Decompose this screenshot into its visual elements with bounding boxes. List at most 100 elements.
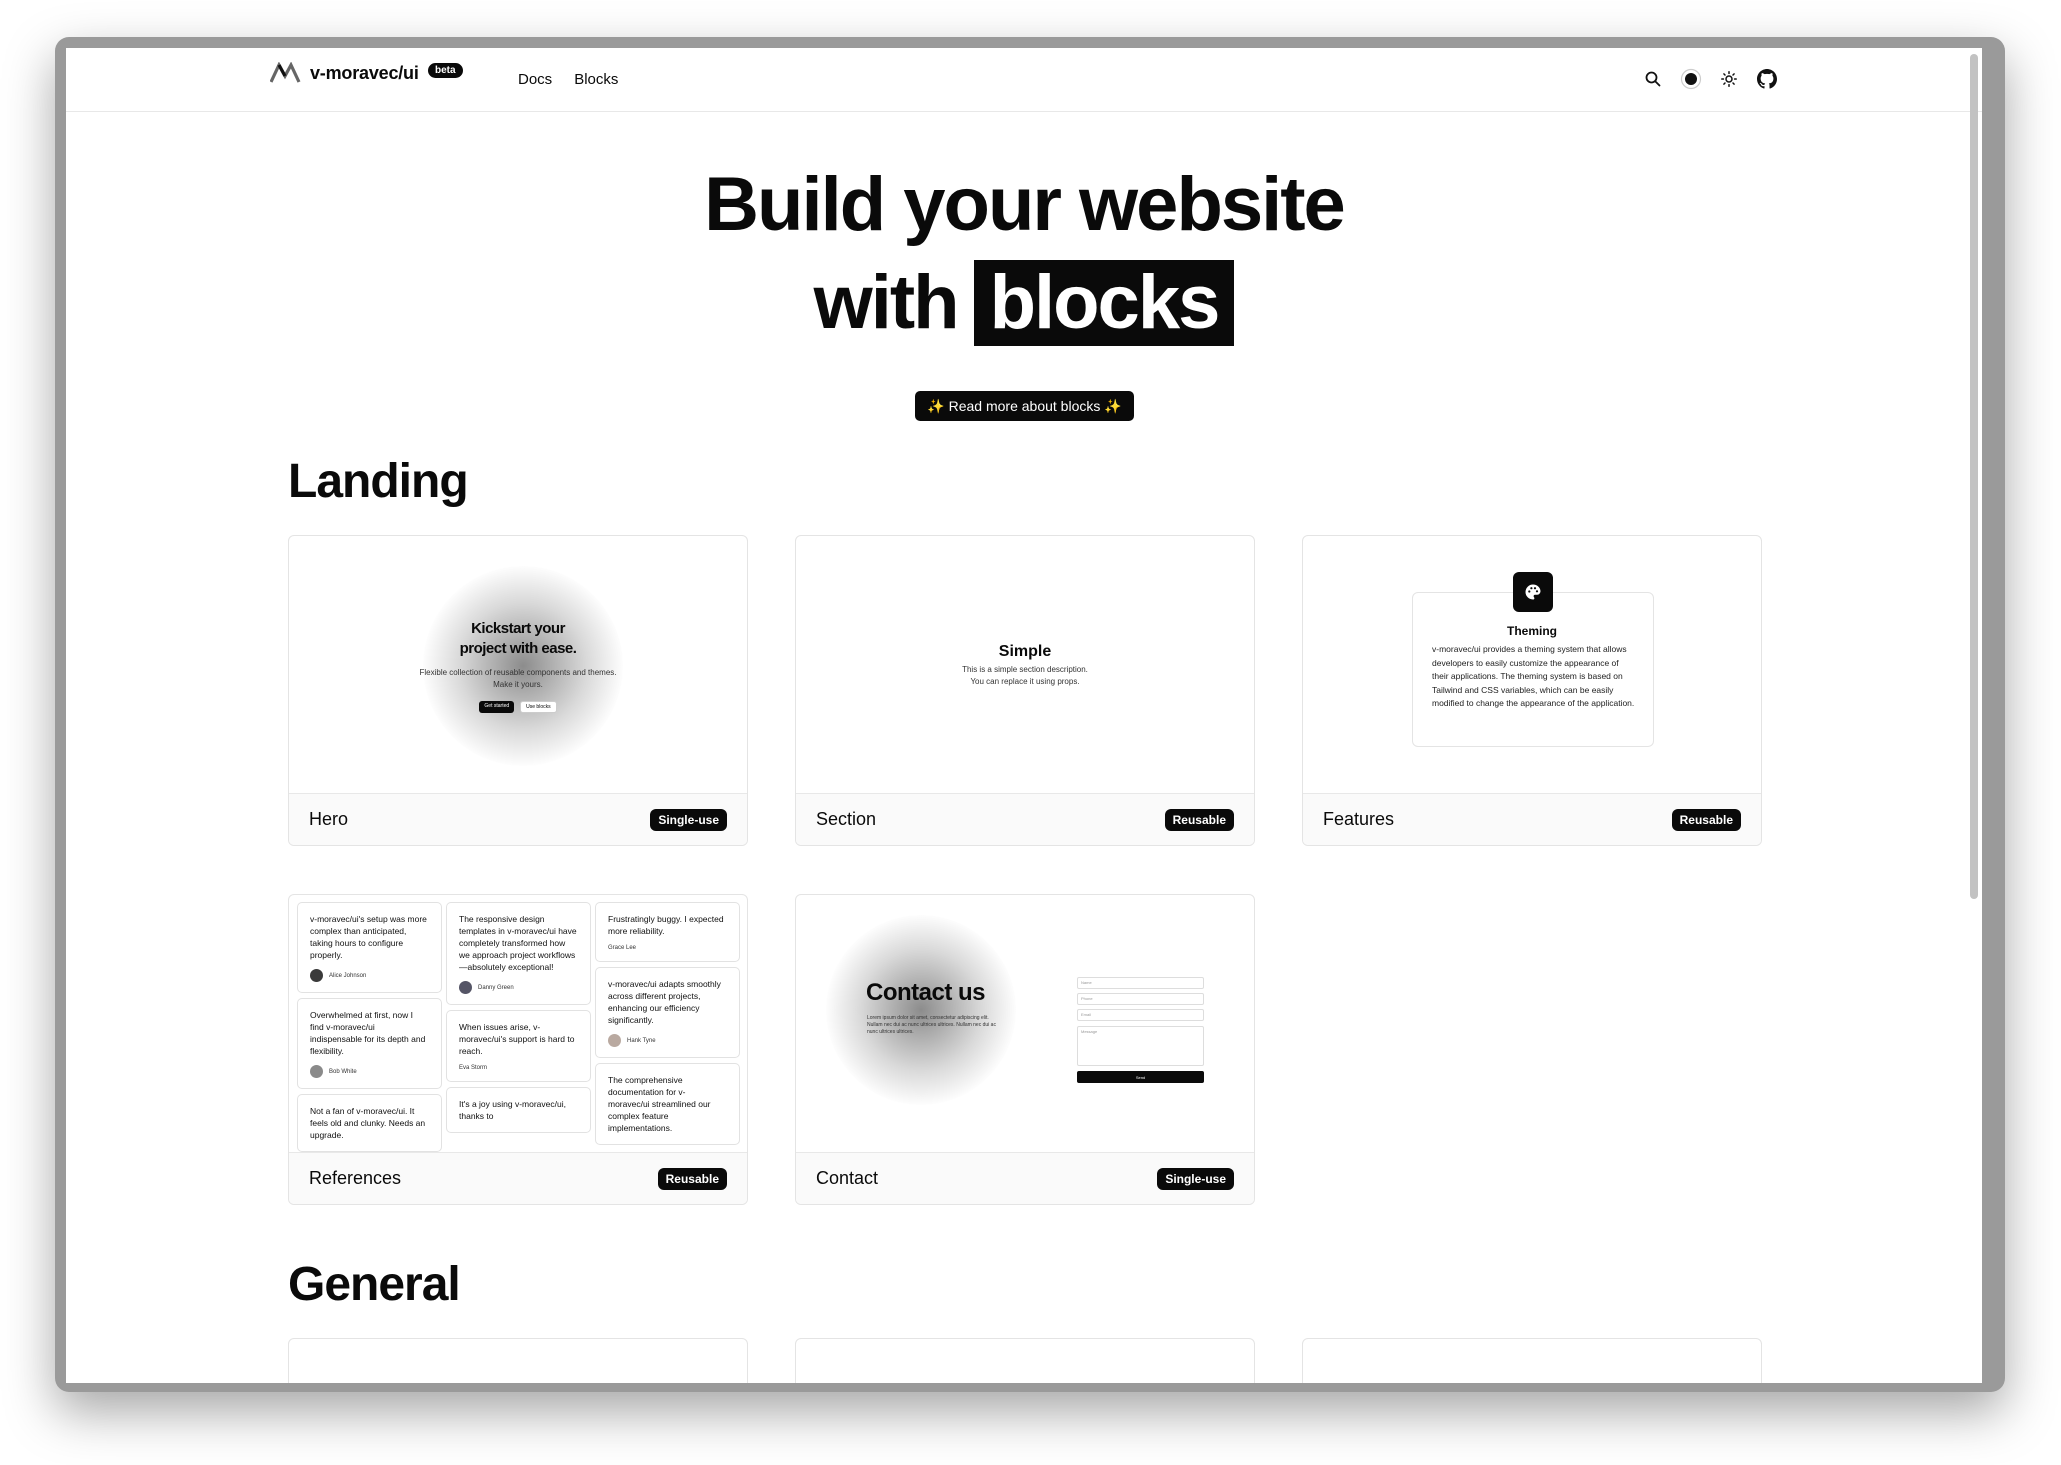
testimonial-text: The comprehensive documentation for v-mo… [608,1075,711,1133]
testimonial-text: Not a fan of v-moravec/ui. It feels old … [310,1106,426,1140]
block-card-references[interactable]: v-moravec/ui's setup was more complex th… [288,894,748,1205]
contact-preview-subtitle: Lorem ipsum dolor sit amet, consectetur … [867,1015,996,1035]
testimonial-text: v-moravec/ui's setup was more complex th… [310,914,427,960]
brand-logo-icon [270,62,301,83]
block-card-features[interactable]: Theming v-moravec/ui provides a theming … [1302,535,1762,846]
card-footer: Features Reusable [1303,793,1761,845]
brand-link[interactable]: v-moravec/ui [270,62,419,84]
features-preview-title: Theming [1507,624,1557,638]
testimonial-text: The responsive design templates in v-mor… [459,914,577,972]
author-name: Alice Johnson [329,972,367,979]
card-footer: Hero Single-use [289,793,747,845]
section-block-preview: Simple This is a simple section descript… [796,536,1254,794]
hero-preview-title-line2: project with ease. [459,640,577,657]
author-name: Grace Lee [608,945,637,951]
testimonial-card: When issues arise, v-moravec/ui's suppor… [446,1010,591,1082]
block-card-section[interactable]: Simple This is a simple section descript… [795,535,1255,846]
testimonial-author: Bob White [310,1065,429,1078]
read-more-blocks-button[interactable]: ✨ Read more about blocks ✨ [915,391,1134,421]
nav-blocks[interactable]: Blocks [574,71,618,88]
general-heading: General [288,1258,461,1311]
hero-preview-title-line1: Kickstart your [471,620,565,637]
hero-preview-use-blocks: Use blocks [520,701,557,713]
site-header: v-moravec/ui beta Docs Blocks [66,48,1982,112]
testimonial-author: Alice Johnson [310,969,429,982]
testimonial-card: Overwhelmed at first, now I find v-morav… [297,998,442,1089]
hero-title-line1: Build your website [704,162,1346,247]
contact-preview-send-button: Send [1077,1071,1204,1083]
testimonial-card: Not a fan of v-moravec/ui. It feels old … [297,1094,442,1152]
hero-preview-sub-line2: Make it yours. [493,680,543,689]
avatar [608,1034,621,1047]
testimonial-card: The responsive design templates in v-mor… [446,902,591,1005]
testimonial-card: The comprehensive documentation for v-mo… [595,1063,740,1145]
testimonial-card: v-moravec/ui's setup was more complex th… [297,902,442,993]
testimonial-card: v-moravec/ui adapts smoothly across diff… [595,967,740,1058]
hero-title-highlight: blocks [973,260,1235,346]
card-title: Contact [816,1168,879,1188]
page-scrollbar[interactable] [1970,54,1978,899]
main-nav: Docs Blocks [518,71,618,88]
avatar [459,981,472,994]
hero-preview-subtitle: Flexible collection of reusable componen… [289,667,747,691]
author-name: Eva Storm [459,1065,488,1071]
avatar [310,969,323,982]
testimonial-text: v-moravec/ui adapts smoothly across diff… [608,979,721,1025]
features-preview-desc: v-moravec/ui provides a theming system t… [1432,644,1635,708]
section-preview-desc-line1: This is a simple section description. [962,665,1088,674]
block-card-hero[interactable]: Kickstart your project with ease. Flexib… [288,535,748,846]
references-column: v-moravec/ui's setup was more complex th… [297,902,442,1153]
hero-block-preview: Kickstart your project with ease. Flexib… [289,536,747,794]
hero-preview-title: Kickstart your project with ease. [289,619,747,659]
contact-preview-message-field: Message [1077,1026,1204,1066]
card-footer: Contact Single-use [796,1152,1254,1204]
block-card-contact[interactable]: Contact us Lorem ipsum dolor sit amet, c… [795,894,1255,1205]
preview-blur-decoration [826,915,1016,1105]
theme-color-icon[interactable] [1680,68,1702,90]
contact-preview-email-field: Email [1077,1009,1204,1021]
hero-title-line2: with blocks [814,254,1235,352]
card-footer: Section Reusable [796,793,1254,845]
palette-icon [1513,572,1553,612]
contact-block-preview: Contact us Lorem ipsum dolor sit amet, c… [796,895,1254,1153]
hero-title-with: with [813,260,960,345]
sun-icon[interactable] [1718,68,1740,90]
preview-blur-decoration [423,566,623,766]
section-preview-title: Simple [998,643,1052,660]
hero-preview-buttons: Get started Use blocks [289,701,747,713]
nav-docs[interactable]: Docs [518,71,552,88]
search-icon[interactable] [1642,68,1664,90]
block-card-general[interactable] [288,1338,748,1383]
card-title: References [309,1168,402,1188]
features-block-preview: Theming v-moravec/ui provides a theming … [1303,536,1761,794]
usage-badge: Single-use [650,808,727,831]
references-column: Frustratingly buggy. I expected more rel… [595,902,740,1150]
hero-preview-get-started: Get started [479,701,515,713]
hero-title: Build your website with blocks [66,156,1982,352]
card-title: Section [816,809,877,829]
author-name: Bob White [329,1068,357,1075]
beta-badge: beta [428,63,463,78]
card-title: Features [1323,809,1395,829]
github-icon[interactable] [1756,68,1778,90]
usage-badge: Reusable [1164,808,1234,831]
testimonial-text: When issues arise, v-moravec/ui's suppor… [459,1022,575,1056]
testimonial-text: It's a joy using v-moravec/ui, thanks to [459,1099,566,1121]
header-actions [1642,68,1778,90]
testimonial-author: Grace Lee [608,945,727,951]
brand-name: v-moravec/ui [310,62,419,83]
landing-heading: Landing [288,455,469,508]
testimonial-text: Frustratingly buggy. I expected more rel… [608,914,724,936]
author-name: Danny Green [478,984,514,991]
section-preview-desc: This is a simple section description. Yo… [796,664,1254,688]
block-card-general[interactable] [795,1338,1255,1383]
avatar [310,1065,323,1078]
testimonial-author: Eva Storm [459,1065,578,1071]
section-preview-desc-line2: You can replace it using props. [970,677,1080,686]
card-footer: References Reusable [289,1152,747,1204]
contact-preview-phone-field: Phone [1077,993,1204,1005]
testimonial-author: Danny Green [459,981,578,994]
testimonial-author: Hank Tyne [608,1034,727,1047]
block-card-general[interactable] [1302,1338,1762,1383]
hero-preview-sub-line1: Flexible collection of reusable componen… [419,668,617,677]
